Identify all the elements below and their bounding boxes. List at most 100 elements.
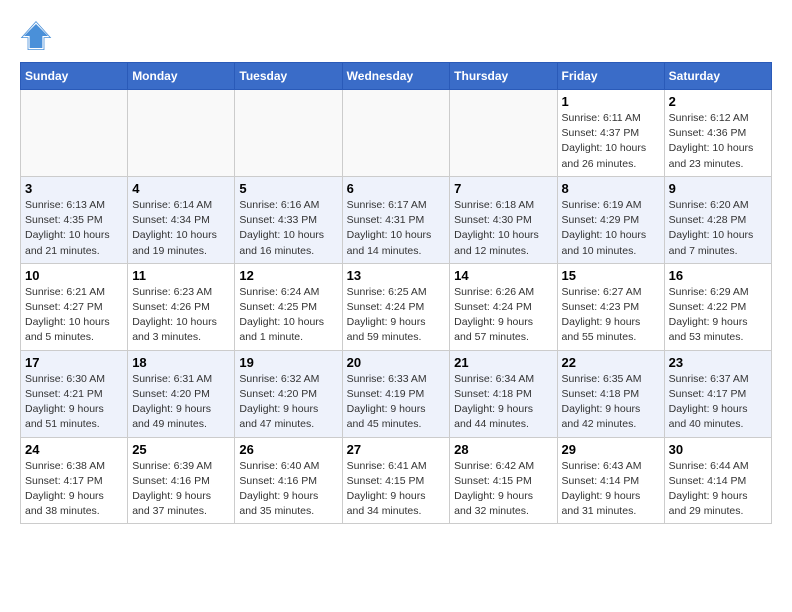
- calendar-cell: 9 Sunrise: 6:20 AMSunset: 4:28 PMDaylight…: [664, 176, 771, 263]
- day-info: Sunrise: 6:32 AMSunset: 4:20 PMDaylight:…: [239, 372, 337, 433]
- day-info: Sunrise: 6:43 AMSunset: 4:14 PMDaylight:…: [562, 459, 660, 520]
- day-number: 7: [454, 181, 552, 196]
- weekday-header: Sunday: [21, 63, 128, 90]
- calendar-cell: 1 Sunrise: 6:11 AMSunset: 4:37 PMDaylight…: [557, 90, 664, 177]
- day-info: Sunrise: 6:20 AMSunset: 4:28 PMDaylight:…: [669, 198, 767, 259]
- day-number: 20: [347, 355, 446, 370]
- logo-icon: [20, 20, 52, 52]
- calendar-cell: [342, 90, 450, 177]
- calendar-cell: 26 Sunrise: 6:40 AMSunset: 4:16 PMDayligh…: [235, 437, 342, 524]
- calendar-cell: 16 Sunrise: 6:29 AMSunset: 4:22 PMDayligh…: [664, 263, 771, 350]
- day-info: Sunrise: 6:38 AMSunset: 4:17 PMDaylight:…: [25, 459, 123, 520]
- day-info: Sunrise: 6:17 AMSunset: 4:31 PMDaylight:…: [347, 198, 446, 259]
- calendar-cell: 11 Sunrise: 6:23 AMSunset: 4:26 PMDayligh…: [128, 263, 235, 350]
- day-number: 29: [562, 442, 660, 457]
- day-info: Sunrise: 6:37 AMSunset: 4:17 PMDaylight:…: [669, 372, 767, 433]
- day-info: Sunrise: 6:31 AMSunset: 4:20 PMDaylight:…: [132, 372, 230, 433]
- weekday-header: Saturday: [664, 63, 771, 90]
- calendar-cell: 10 Sunrise: 6:21 AMSunset: 4:27 PMDayligh…: [21, 263, 128, 350]
- calendar-cell: 4Sunrise: 6:14 AMSunset: 4:34 PMDaylight…: [128, 176, 235, 263]
- calendar-cell: 19 Sunrise: 6:32 AMSunset: 4:20 PMDayligh…: [235, 350, 342, 437]
- day-info: Sunrise: 6:23 AMSunset: 4:26 PMDaylight:…: [132, 285, 230, 346]
- calendar-cell: 14 Sunrise: 6:26 AMSunset: 4:24 PMDayligh…: [450, 263, 557, 350]
- day-info: Sunrise: 6:11 AMSunset: 4:37 PMDaylight:…: [562, 111, 660, 172]
- day-number: 3: [25, 181, 123, 196]
- calendar-cell: 2Sunrise: 6:12 AMSunset: 4:36 PMDaylight…: [664, 90, 771, 177]
- calendar-header-row: SundayMondayTuesdayWednesdayThursdayFrid…: [21, 63, 772, 90]
- day-number: 1: [562, 94, 660, 109]
- calendar-cell: 13 Sunrise: 6:25 AMSunset: 4:24 PMDayligh…: [342, 263, 450, 350]
- day-info: Sunrise: 6:16 AMSunset: 4:33 PMDaylight:…: [239, 198, 337, 259]
- day-number: 12: [239, 268, 337, 283]
- day-info: Sunrise: 6:26 AMSunset: 4:24 PMDaylight:…: [454, 285, 552, 346]
- day-number: 17: [25, 355, 123, 370]
- day-number: 23: [669, 355, 767, 370]
- day-info: Sunrise: 6:27 AMSunset: 4:23 PMDaylight:…: [562, 285, 660, 346]
- calendar-cell: 7 Sunrise: 6:18 AMSunset: 4:30 PMDaylight…: [450, 176, 557, 263]
- day-info: Sunrise: 6:44 AMSunset: 4:14 PMDaylight:…: [669, 459, 767, 520]
- calendar-week-row: 17 Sunrise: 6:30 AMSunset: 4:21 PMDayligh…: [21, 350, 772, 437]
- day-number: 18: [132, 355, 230, 370]
- day-number: 6: [347, 181, 446, 196]
- day-number: 26: [239, 442, 337, 457]
- day-number: 10: [25, 268, 123, 283]
- day-number: 30: [669, 442, 767, 457]
- calendar-week-row: 1 Sunrise: 6:11 AMSunset: 4:37 PMDaylight…: [21, 90, 772, 177]
- day-info: Sunrise: 6:25 AMSunset: 4:24 PMDaylight:…: [347, 285, 446, 346]
- day-number: 16: [669, 268, 767, 283]
- weekday-header: Friday: [557, 63, 664, 90]
- day-info: Sunrise: 6:40 AMSunset: 4:16 PMDaylight:…: [239, 459, 337, 520]
- day-number: 13: [347, 268, 446, 283]
- calendar-cell: 23 Sunrise: 6:37 AMSunset: 4:17 PMDayligh…: [664, 350, 771, 437]
- calendar-cell: 21Sunrise: 6:34 AMSunset: 4:18 PMDayligh…: [450, 350, 557, 437]
- weekday-header: Monday: [128, 63, 235, 90]
- day-number: 19: [239, 355, 337, 370]
- calendar: SundayMondayTuesdayWednesdayThursdayFrid…: [20, 62, 772, 524]
- day-number: 4: [132, 181, 230, 196]
- day-number: 2: [669, 94, 767, 109]
- calendar-cell: 17 Sunrise: 6:30 AMSunset: 4:21 PMDayligh…: [21, 350, 128, 437]
- day-info: Sunrise: 6:35 AMSunset: 4:18 PMDaylight:…: [562, 372, 660, 433]
- day-info: Sunrise: 6:33 AMSunset: 4:19 PMDaylight:…: [347, 372, 446, 433]
- calendar-cell: 6 Sunrise: 6:17 AMSunset: 4:31 PMDaylight…: [342, 176, 450, 263]
- calendar-cell: [128, 90, 235, 177]
- calendar-cell: [21, 90, 128, 177]
- weekday-header: Wednesday: [342, 63, 450, 90]
- logo: [20, 20, 56, 52]
- calendar-cell: 20 Sunrise: 6:33 AMSunset: 4:19 PMDayligh…: [342, 350, 450, 437]
- day-number: 5: [239, 181, 337, 196]
- calendar-cell: 25 Sunrise: 6:39 AMSunset: 4:16 PMDayligh…: [128, 437, 235, 524]
- day-number: 11: [132, 268, 230, 283]
- header: [20, 20, 772, 52]
- calendar-week-row: 3Sunrise: 6:13 AMSunset: 4:35 PMDaylight…: [21, 176, 772, 263]
- calendar-week-row: 24 Sunrise: 6:38 AMSunset: 4:17 PMDayligh…: [21, 437, 772, 524]
- day-info: Sunrise: 6:42 AMSunset: 4:15 PMDaylight:…: [454, 459, 552, 520]
- calendar-cell: 24 Sunrise: 6:38 AMSunset: 4:17 PMDayligh…: [21, 437, 128, 524]
- day-number: 15: [562, 268, 660, 283]
- weekday-header: Tuesday: [235, 63, 342, 90]
- calendar-cell: 27Sunrise: 6:41 AMSunset: 4:15 PMDayligh…: [342, 437, 450, 524]
- calendar-cell: 8 Sunrise: 6:19 AMSunset: 4:29 PMDaylight…: [557, 176, 664, 263]
- weekday-header: Thursday: [450, 63, 557, 90]
- day-info: Sunrise: 6:21 AMSunset: 4:27 PMDaylight:…: [25, 285, 123, 346]
- day-info: Sunrise: 6:30 AMSunset: 4:21 PMDaylight:…: [25, 372, 123, 433]
- day-number: 22: [562, 355, 660, 370]
- calendar-cell: 29 Sunrise: 6:43 AMSunset: 4:14 PMDayligh…: [557, 437, 664, 524]
- day-number: 24: [25, 442, 123, 457]
- day-info: Sunrise: 6:18 AMSunset: 4:30 PMDaylight:…: [454, 198, 552, 259]
- day-info: Sunrise: 6:41 AMSunset: 4:15 PMDaylight:…: [347, 459, 446, 520]
- day-number: 9: [669, 181, 767, 196]
- day-number: 14: [454, 268, 552, 283]
- calendar-cell: [235, 90, 342, 177]
- calendar-cell: 18 Sunrise: 6:31 AMSunset: 4:20 PMDayligh…: [128, 350, 235, 437]
- day-info: Sunrise: 6:24 AMSunset: 4:25 PMDaylight:…: [239, 285, 337, 346]
- day-info: Sunrise: 6:34 AMSunset: 4:18 PMDaylight:…: [454, 372, 552, 433]
- day-info: Sunrise: 6:39 AMSunset: 4:16 PMDaylight:…: [132, 459, 230, 520]
- day-info: Sunrise: 6:19 AMSunset: 4:29 PMDaylight:…: [562, 198, 660, 259]
- calendar-cell: 3Sunrise: 6:13 AMSunset: 4:35 PMDaylight…: [21, 176, 128, 263]
- calendar-cell: [450, 90, 557, 177]
- day-number: 8: [562, 181, 660, 196]
- calendar-cell: 5 Sunrise: 6:16 AMSunset: 4:33 PMDaylight…: [235, 176, 342, 263]
- day-info: Sunrise: 6:29 AMSunset: 4:22 PMDaylight:…: [669, 285, 767, 346]
- day-number: 25: [132, 442, 230, 457]
